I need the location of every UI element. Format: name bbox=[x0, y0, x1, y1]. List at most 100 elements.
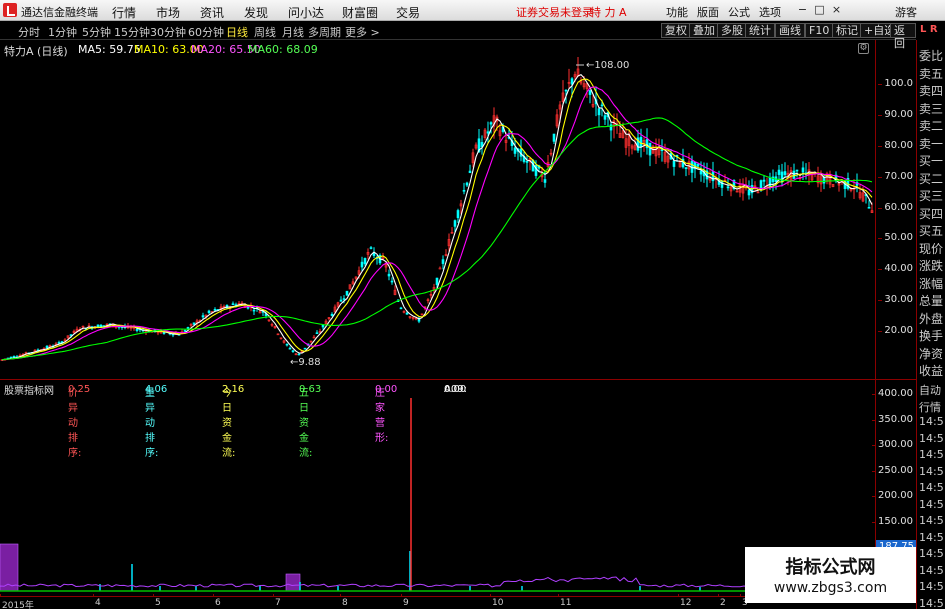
back-button[interactable]: 返回 bbox=[890, 23, 916, 50]
side-panel-tick: 14:5 bbox=[919, 547, 944, 560]
tab-15min[interactable]: 15分钟 bbox=[114, 24, 150, 40]
candlestick-chart[interactable]: ←108.00 ←9.88 bbox=[0, 57, 875, 379]
maximize-icon[interactable]: □ bbox=[812, 3, 827, 17]
side-panel-item[interactable]: 净资 bbox=[919, 345, 943, 362]
tab-1min[interactable]: 1分钟 bbox=[48, 24, 77, 40]
side-panel-item[interactable]: 委比 bbox=[919, 47, 943, 64]
f10-button[interactable]: F10 bbox=[805, 23, 834, 38]
menu-quotes[interactable]: 行情 bbox=[112, 4, 136, 21]
candle-body bbox=[684, 167, 688, 170]
login-warning[interactable]: 证券交易未登录 bbox=[516, 4, 593, 20]
date-tick-mark bbox=[678, 594, 679, 597]
tab-weekly[interactable]: 周线 bbox=[254, 24, 276, 40]
user-label[interactable]: 游客 bbox=[895, 4, 917, 20]
side-panel-tick: 自动 bbox=[919, 384, 941, 397]
quote-side-panel: L R 委比 卖五 卖四 卖三 卖二 卖一 买一 买二 买三 买四 买五 现价 涨跌 涨幅 总量 外盘 换手 净资… bbox=[916, 24, 945, 609]
side-panel-item[interactable]: 买二 bbox=[919, 170, 943, 187]
stats-button[interactable]: 统计 bbox=[745, 23, 775, 38]
tab-5min[interactable]: 5分钟 bbox=[82, 24, 111, 40]
candle-body bbox=[795, 169, 799, 172]
mark-button[interactable]: 标记 bbox=[832, 23, 862, 38]
menu-layout[interactable]: 版面 bbox=[697, 4, 719, 20]
price-tick-label: 70.00 bbox=[878, 170, 913, 182]
ma10-line bbox=[1, 78, 873, 361]
candle-body bbox=[600, 104, 604, 107]
indicator-name[interactable]: 股票指标网 bbox=[4, 382, 54, 397]
candle-body bbox=[192, 322, 196, 325]
side-panel-item[interactable]: 买一 bbox=[919, 152, 943, 169]
price-tick-label: 90.00 bbox=[878, 108, 913, 120]
settings-gear-icon[interactable]: ⚙ bbox=[858, 43, 869, 54]
tab-daily[interactable]: 日线 bbox=[226, 24, 248, 40]
side-panel-tick: 14:5 bbox=[919, 563, 944, 577]
candle-body bbox=[45, 345, 49, 349]
menu-xiaoda[interactable]: 问小达 bbox=[288, 4, 324, 21]
side-panel-item[interactable]: 买四 bbox=[919, 205, 943, 222]
side-panel-item[interactable]: 买五 bbox=[919, 222, 943, 239]
ma60-line bbox=[1, 117, 873, 361]
indicator-tick-label: 200.00 bbox=[872, 490, 913, 501]
menu-discover[interactable]: 发现 bbox=[244, 4, 268, 21]
tab-more[interactable]: 更多 > bbox=[345, 24, 380, 40]
candle-body bbox=[207, 310, 211, 313]
tab-multi-period[interactable]: 多周期 bbox=[308, 24, 341, 40]
ma20-line bbox=[1, 86, 873, 361]
menu-formula[interactable]: 公式 bbox=[728, 4, 750, 20]
watermark: 指标公式网 www.zbgs3.com bbox=[745, 547, 916, 603]
candle-body bbox=[339, 299, 343, 302]
minimize-icon[interactable]: − bbox=[795, 3, 810, 17]
side-panel-item[interactable]: 涨跌 bbox=[919, 257, 943, 274]
date-tick-mark bbox=[490, 594, 491, 597]
draw-line-button[interactable]: 画线 bbox=[775, 23, 805, 38]
candle-body bbox=[201, 315, 205, 318]
close-icon[interactable]: × bbox=[829, 3, 844, 17]
menu-market[interactable]: 市场 bbox=[156, 4, 180, 21]
side-panel-item[interactable]: 现价 bbox=[919, 240, 943, 257]
candle-body bbox=[342, 298, 346, 300]
candle-body bbox=[369, 247, 373, 249]
candle-body bbox=[405, 312, 409, 315]
side-panel-item[interactable]: 卖一 bbox=[919, 135, 943, 152]
side-panel-item[interactable]: 买三 bbox=[919, 187, 943, 204]
side-panel-tick: 14:5 bbox=[919, 415, 944, 428]
indicator-block bbox=[285, 573, 301, 592]
indicator-tick-label: 250.00 bbox=[872, 464, 913, 476]
side-panel-item[interactable]: 卖四 bbox=[919, 82, 943, 99]
candle-body bbox=[330, 313, 334, 316]
ma5-label: MA5: 59.75 bbox=[78, 43, 141, 56]
ma60-label: MA60: 68.09 bbox=[248, 43, 318, 56]
menu-wealth[interactable]: 财富圈 bbox=[342, 4, 378, 21]
side-panel-item[interactable]: 卖三 bbox=[919, 100, 943, 117]
side-panel-item[interactable]: 收益 bbox=[919, 362, 943, 379]
tab-monthly[interactable]: 月线 bbox=[282, 24, 304, 40]
menu-options[interactable]: 选项 bbox=[759, 4, 781, 20]
indicator-chart[interactable] bbox=[0, 396, 875, 596]
multi-stock-button[interactable]: 多股 bbox=[717, 23, 747, 38]
menu-trade[interactable]: 交易 bbox=[396, 4, 420, 21]
tab-minute[interactable]: 分时 bbox=[18, 24, 40, 40]
side-panel-item[interactable]: 卖五 bbox=[919, 65, 943, 82]
date-tick-label: 2 bbox=[720, 598, 726, 608]
app-title: 通达信金融终端 bbox=[21, 6, 98, 19]
candle-body bbox=[285, 343, 289, 346]
side-panel-item[interactable]: 涨幅 bbox=[919, 275, 943, 292]
side-panel-item[interactable]: 外盘 bbox=[919, 310, 943, 327]
side-panel-toggle[interactable]: L R bbox=[920, 24, 938, 35]
date-tick-mark bbox=[273, 594, 274, 597]
menu-news[interactable]: 资讯 bbox=[200, 4, 224, 21]
side-panel-tick: 行情 bbox=[919, 400, 941, 414]
indicator-tick-label: 150.00 bbox=[872, 515, 913, 527]
side-panel-tick: 14:5 bbox=[919, 596, 944, 609]
candle-body bbox=[291, 350, 295, 352]
side-panel-item[interactable]: 卖二 bbox=[919, 117, 943, 134]
date-tick-label: 12 bbox=[680, 598, 692, 608]
side-panel-item[interactable]: 总量 bbox=[919, 292, 943, 309]
tab-60min[interactable]: 60分钟 bbox=[188, 24, 224, 40]
indicator-value: 4.06 bbox=[145, 384, 168, 395]
side-panel-tick: 14:5 bbox=[919, 431, 944, 445]
overlay-button[interactable]: 叠加 bbox=[689, 23, 719, 38]
tab-30min[interactable]: 30分钟 bbox=[150, 24, 186, 40]
menu-function[interactable]: 功能 bbox=[666, 4, 688, 20]
side-panel-item[interactable]: 换手 bbox=[919, 327, 943, 344]
adjust-button[interactable]: 复权 bbox=[661, 23, 691, 38]
